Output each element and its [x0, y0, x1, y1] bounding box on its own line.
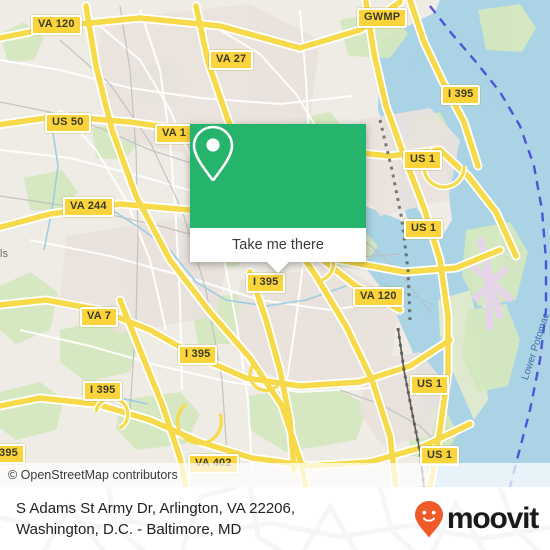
map-attribution: © OpenStreetMap contributors — [0, 463, 550, 487]
road-shield-va-120-south[interactable]: VA 120 — [353, 287, 404, 307]
location-title-line1: S Adams St Army Dr, Arlington, VA 22206, — [16, 499, 296, 517]
road-shield-gwmp[interactable]: GWMP — [357, 8, 408, 28]
road-shield-va-1[interactable]: VA 1 — [155, 124, 194, 144]
location-popup-card[interactable]: Take me there — [190, 124, 366, 273]
location-title-line2: Washington, D.C. - Baltimore, MD — [16, 520, 242, 538]
popup-pointer — [267, 262, 289, 273]
popup-header — [190, 124, 366, 228]
road-shield-us-50[interactable]: US 50 — [45, 113, 91, 133]
road-shield-va-244[interactable]: VA 244 — [63, 197, 114, 217]
attribution-text: © OpenStreetMap contributors — [8, 468, 178, 482]
road-shield-i-395-west[interactable]: I 395 — [178, 345, 218, 365]
location-title: S Adams St Army Dr, Arlington, VA 22206,… — [16, 498, 295, 540]
map-canvas[interactable]: < path d="M186 404 a22 22 0 1 0 34 10"/> — [0, 0, 550, 487]
take-me-there-button[interactable]: Take me there — [190, 228, 366, 262]
footer-bar: S Adams St Army Dr, Arlington, VA 22206,… — [0, 487, 550, 550]
moovit-wordmark: moovit — [446, 501, 539, 535]
moovit-map-screenshot: < path d="M186 404 a22 22 0 1 0 34 10"/> — [0, 0, 550, 550]
moovit-logo: moovit — [414, 500, 539, 538]
road-shield-va-120-north[interactable]: VA 120 — [31, 15, 82, 35]
road-shield-395-edge[interactable]: 395 — [0, 444, 25, 464]
road-shield-i-395-center[interactable]: I 395 — [246, 273, 286, 293]
map-label: ls — [0, 248, 8, 260]
road-shield-va-27[interactable]: VA 27 — [209, 50, 254, 70]
moovit-smiley-pin-icon — [414, 500, 443, 537]
road-shield-i-395-sw[interactable]: I 395 — [83, 381, 123, 401]
road-shield-us-1-north[interactable]: US 1 — [403, 150, 443, 170]
road-shield-us-1-south[interactable]: US 1 — [410, 375, 450, 395]
take-me-there-label: Take me there — [232, 237, 324, 253]
road-shield-us-1-mid[interactable]: US 1 — [404, 219, 444, 239]
road-shield-i-395-ne[interactable]: I 395 — [441, 85, 481, 105]
road-shield-va-7[interactable]: VA 7 — [80, 307, 119, 327]
map-pin-icon — [192, 125, 234, 182]
footer-content: S Adams St Army Dr, Arlington, VA 22206,… — [0, 487, 550, 550]
